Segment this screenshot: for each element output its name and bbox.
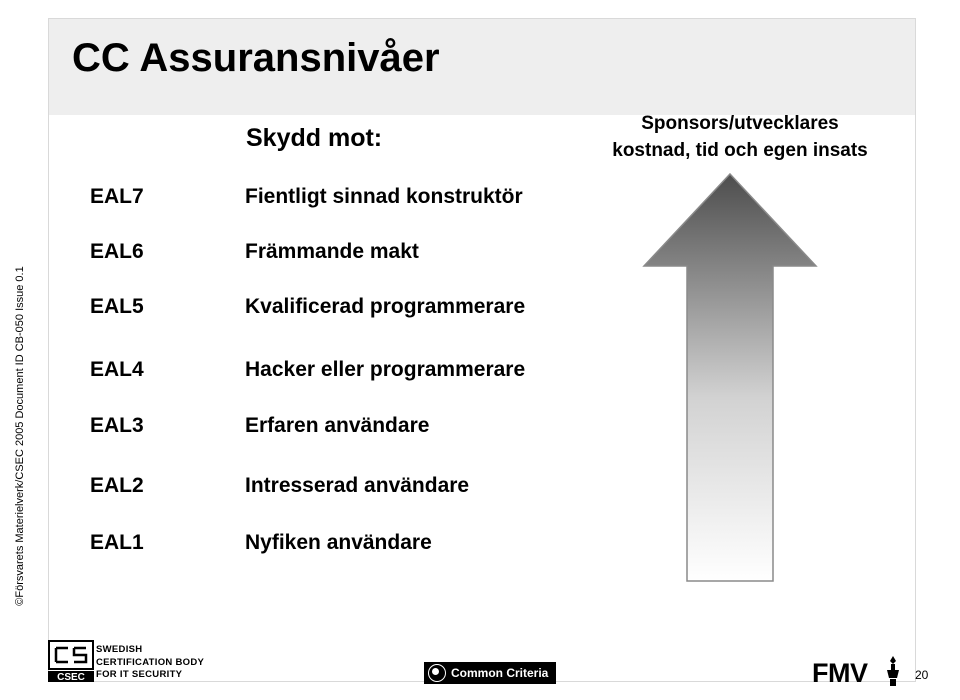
eal-level-label: EAL5 (90, 295, 144, 318)
column-header-sponsor: Sponsors/utvecklares kostnad, tid och eg… (568, 110, 912, 164)
csec-logo-icon: CSEC (48, 640, 94, 682)
eal-threat-label: Erfaren användare (245, 414, 430, 437)
table-row: EAL6 Främmande makt (90, 240, 560, 274)
sponsor-header-line-2: kostnad, tid och egen insats (612, 140, 868, 161)
eal-level-label: EAL6 (90, 240, 144, 263)
fmv-logo-text: FMV (812, 658, 868, 688)
sponsor-header-line-1: Sponsors/utvecklares (641, 113, 839, 134)
table-row: EAL3 Erfaren användare (90, 414, 560, 448)
eal-threat-label: Kvalificerad programmerare (245, 295, 526, 318)
eal-level-label: EAL2 (90, 474, 144, 497)
eal-threat-label: Hacker eller programmerare (245, 358, 526, 381)
fmv-crown-icon (887, 656, 899, 686)
common-criteria-label: Common Criteria (451, 666, 549, 680)
eal-level-label: EAL3 (90, 414, 144, 437)
eal-level-label: EAL7 (90, 185, 144, 208)
common-criteria-icon (428, 664, 446, 682)
eal-level-label: EAL4 (90, 358, 144, 381)
slide-canvas: CC Assuransnivåer Skydd mot: Sponsors/ut… (0, 0, 960, 700)
table-row: EAL4 Hacker eller programmerare (90, 358, 560, 392)
footer-line-2: CERTIFICATION BODY (96, 656, 205, 668)
eal-threat-label: Främmande makt (245, 240, 419, 263)
table-row: EAL7 Fientligt sinnad konstruktör (90, 185, 560, 219)
eal-threat-label: Nyfiken användare (245, 531, 432, 554)
svg-text:CSEC: CSEC (57, 672, 85, 682)
page-title: CC Assuransnivåer (72, 36, 440, 80)
footer-organisation-text: SWEDISH CERTIFICATION BODY FOR IT SECURI… (96, 644, 204, 682)
table-row: EAL2 Intresserad användare (90, 474, 560, 508)
footer-line-3: FOR IT SECURITY (96, 669, 183, 680)
upward-arrow-icon (642, 172, 818, 582)
table-row: EAL5 Kvalificerad programmerare (90, 295, 560, 329)
table-row: EAL1 Nyfiken användare (90, 531, 560, 565)
column-header-protection: Skydd mot: (246, 124, 383, 152)
eal-threat-label: Fientligt sinnad konstruktör (245, 185, 523, 208)
footer-line-1: SWEDISH (96, 644, 143, 655)
common-criteria-badge: Common Criteria (424, 662, 557, 684)
eal-threat-label: Intresserad användare (245, 474, 470, 497)
eal-level-label: EAL1 (90, 531, 144, 554)
page-number: 20 (915, 668, 929, 682)
sidebar-copyright-text: ©Försvarets Materielverk/CSEC 2005 Docum… (14, 266, 26, 606)
